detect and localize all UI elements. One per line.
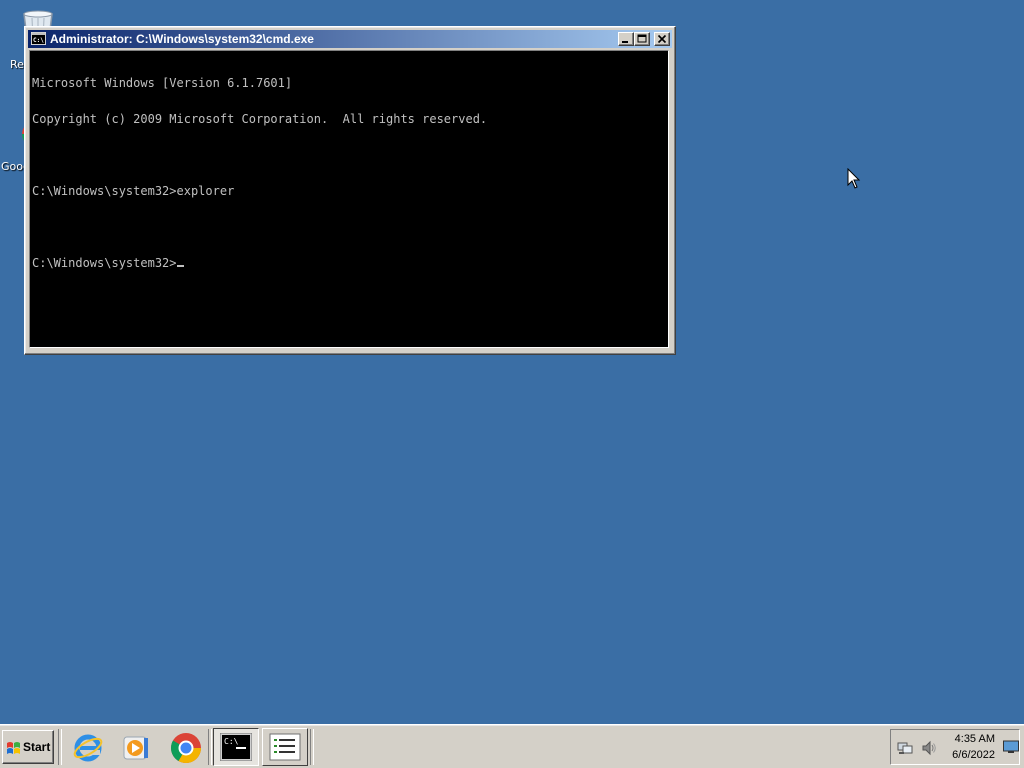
volume-icon[interactable] — [921, 740, 937, 756]
svg-text:C:\: C:\ — [224, 737, 239, 746]
quick-launch-media-player[interactable] — [114, 730, 158, 764]
desktop-icon-label: Re — [10, 58, 24, 71]
taskbar-separator — [310, 729, 314, 765]
console-prompt: C:\Windows\system32> — [32, 256, 177, 270]
clock-time[interactable]: 4:35 AM — [955, 733, 995, 745]
command-prompt-icon: C:\ — [31, 32, 46, 45]
network-icon[interactable] — [897, 740, 913, 756]
windows-media-player-icon — [123, 736, 148, 760]
close-icon — [657, 34, 667, 44]
console-output[interactable]: Microsoft Windows [Version 6.1.7601] Cop… — [29, 50, 669, 348]
mouse-pointer-icon — [847, 168, 861, 189]
taskbar-button-cmd[interactable]: C:\ — [213, 728, 259, 766]
maximize-button[interactable] — [634, 32, 650, 46]
taskbar-button-notepad[interactable] — [262, 728, 308, 766]
cmd-window[interactable]: C:\ Administrator: C:\Windows\system32\c… — [24, 26, 676, 355]
console-line: Copyright (c) 2009 Microsoft Corporation… — [32, 112, 488, 126]
svg-text:C:\: C:\ — [33, 37, 44, 44]
clock-date[interactable]: 6/6/2022 — [952, 749, 995, 761]
taskbar: Start C:\ 4:35 AM 6/6/2022 — [0, 724, 1024, 768]
chrome-icon — [170, 733, 201, 764]
list-document-icon — [269, 733, 301, 761]
console-line: C:\Windows\system32>explorer — [32, 184, 235, 198]
system-tray: 4:35 AM 6/6/2022 — [890, 729, 1020, 765]
quick-launch-internet-explorer[interactable] — [66, 730, 110, 764]
minimize-button[interactable] — [618, 32, 634, 46]
start-label: Start — [23, 740, 51, 754]
minimize-icon — [622, 41, 628, 43]
close-button[interactable] — [654, 32, 670, 46]
taskbar-separator — [58, 729, 62, 765]
command-prompt-icon: C:\ — [220, 733, 252, 761]
quick-launch-chrome[interactable] — [164, 730, 208, 764]
console-line: Microsoft Windows [Version 6.1.7601] — [32, 76, 293, 90]
show-desktop-icon[interactable] — [1003, 740, 1019, 754]
taskbar-separator — [208, 729, 212, 765]
text-cursor — [176, 265, 184, 267]
maximize-icon — [637, 34, 647, 43]
start-button[interactable]: Start — [2, 730, 54, 764]
internet-explorer-icon — [73, 734, 103, 762]
window-title: Administrator: C:\Windows\system32\cmd.e… — [50, 32, 314, 46]
windows-logo-icon — [7, 742, 20, 754]
window-titlebar[interactable]: C:\ Administrator: C:\Windows\system32\c… — [28, 30, 672, 48]
